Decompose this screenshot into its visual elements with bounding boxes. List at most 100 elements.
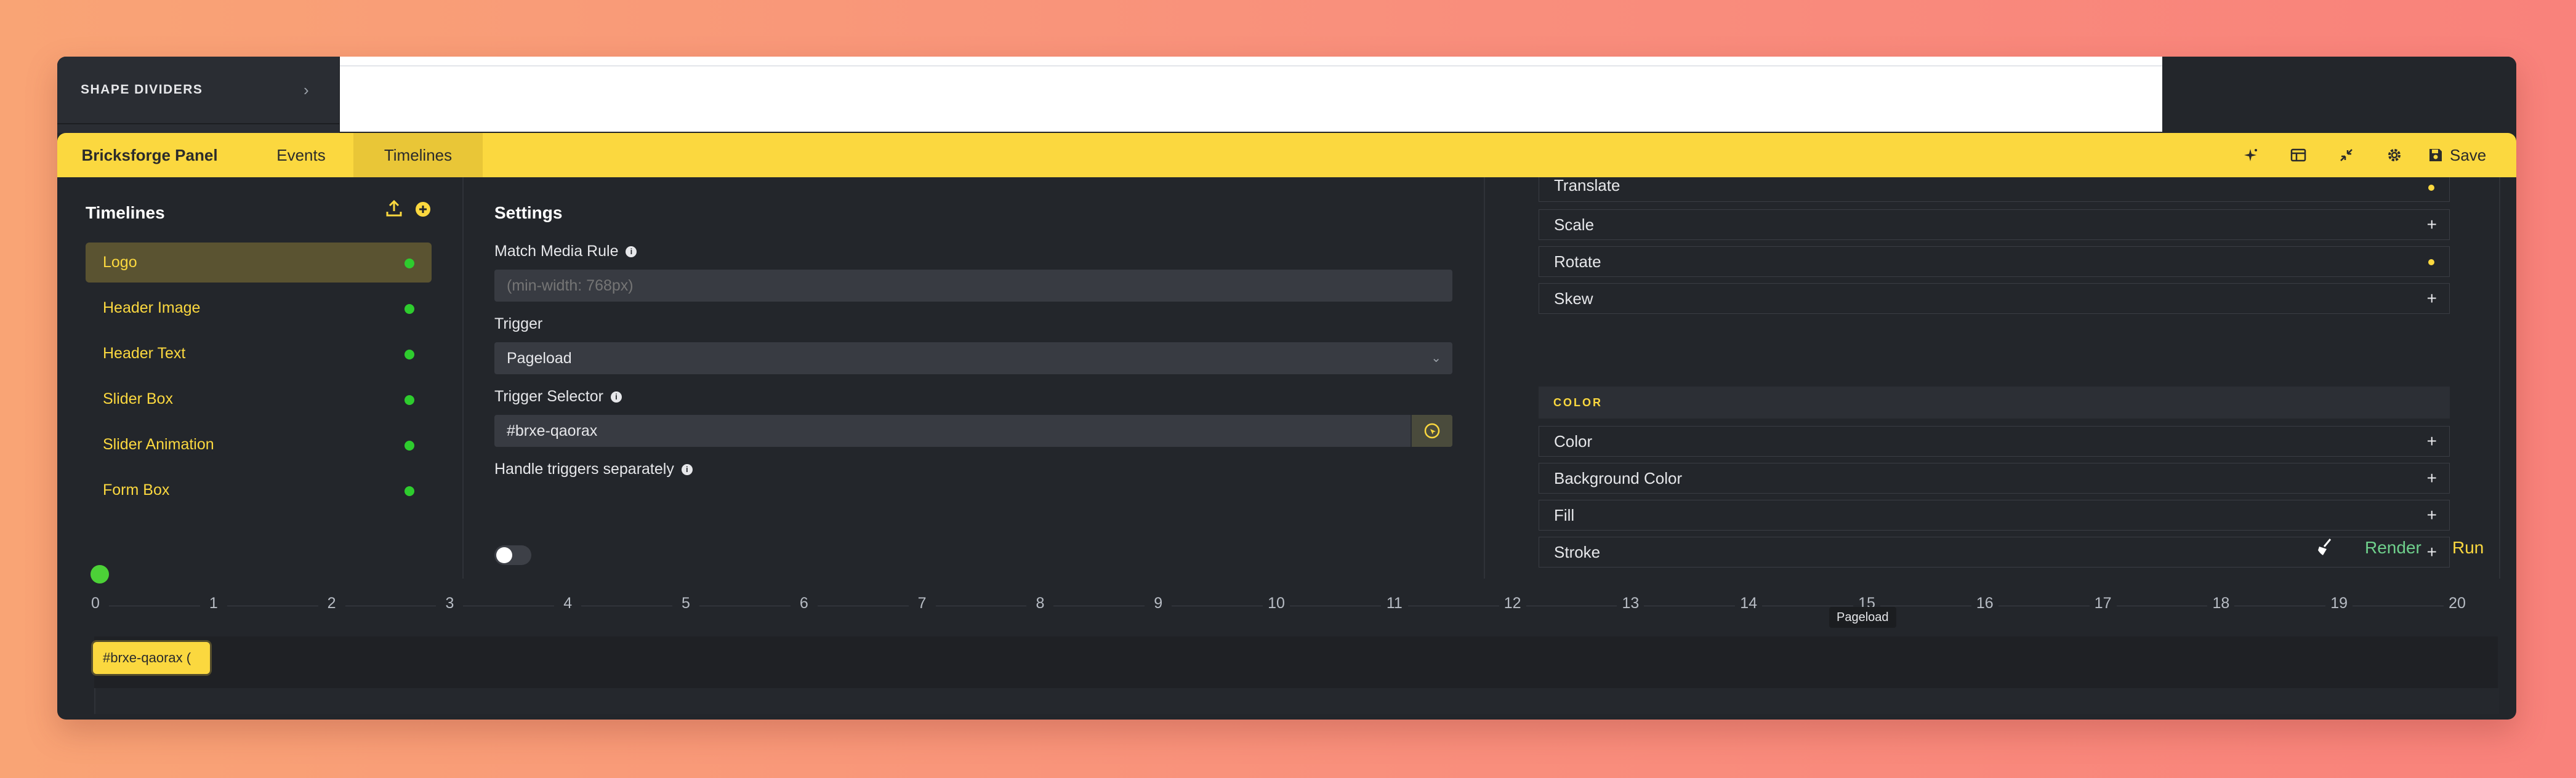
trigger-selector-value: #brxe-qaorax <box>507 422 598 439</box>
color-section-label: COLOR <box>1553 396 1603 409</box>
tab-events[interactable]: Events <box>270 133 332 177</box>
playhead-dot[interactable] <box>91 565 109 584</box>
tween-chip[interactable]: #brxe-qaorax ( <box>93 642 210 674</box>
ruler-tick: 11 <box>1386 595 1403 612</box>
broom-icon[interactable] <box>2314 537 2335 561</box>
ruler-tick: 0 <box>91 595 100 612</box>
floppy-icon <box>2429 149 2442 161</box>
trigger-label: Trigger <box>494 315 542 333</box>
sparkle-icon[interactable] <box>2232 133 2269 177</box>
add-timeline-icon[interactable] <box>414 201 432 221</box>
prop-name: Stroke <box>1554 542 1601 561</box>
chevron-right-icon: › <box>304 80 309 99</box>
tab-timelines[interactable]: Timelines <box>353 133 483 177</box>
match-media-text: Match Media Rule <box>494 243 619 260</box>
prop-scale[interactable]: Scale + <box>1539 209 2450 240</box>
plus-icon: + <box>2426 505 2437 524</box>
info-icon[interactable]: i <box>681 463 693 475</box>
save-label: Save <box>2450 145 2487 164</box>
timeline-item-slider-box[interactable]: Slider Box <box>86 379 432 419</box>
active-dot <box>2428 259 2434 265</box>
prop-background-color[interactable]: Background Color + <box>1539 463 2450 494</box>
prop-name: Skew <box>1554 289 1593 308</box>
tab-bricksforge-panel[interactable]: Bricksforge Panel <box>57 133 242 177</box>
builder-canvas <box>340 57 2162 132</box>
ruler-tick: 6 <box>799 595 808 612</box>
info-icon[interactable]: i <box>626 246 637 257</box>
timeline-item-logo[interactable]: Logo <box>86 243 432 283</box>
plus-icon: + <box>2426 215 2437 234</box>
plus-icon: + <box>2426 542 2437 561</box>
timeline-track-secondary <box>94 688 2499 714</box>
panel-divider <box>1484 177 1485 579</box>
ruler-tick: 16 <box>1976 595 1994 612</box>
timeline-item-header-image[interactable]: Header Image <box>86 288 432 328</box>
ruler-tick: 19 <box>2330 595 2348 612</box>
tooltip-pageload: Pageload <box>1829 607 1896 628</box>
render-button[interactable]: Render <box>2365 538 2421 558</box>
handle-triggers-text: Handle triggers separately <box>494 460 674 478</box>
status-dot <box>405 259 414 268</box>
chevron-down-icon: ⌄ <box>1431 351 1441 365</box>
prop-rotate[interactable]: Rotate <box>1539 246 2450 277</box>
plus-icon: + <box>2426 468 2437 487</box>
trigger-selector-label: Trigger Selector i <box>494 388 622 406</box>
upload-icon[interactable] <box>385 199 403 221</box>
collapse-icon[interactable] <box>2328 133 2365 177</box>
trigger-select[interactable]: Pageload ⌄ <box>494 342 1452 374</box>
trigger-selector-text: Trigger Selector <box>494 388 603 405</box>
prop-color[interactable]: Color + <box>1539 426 2450 457</box>
trigger-label-text: Trigger <box>494 315 543 332</box>
prop-name: Color <box>1554 431 1593 451</box>
run-button[interactable]: Run <box>2452 538 2484 558</box>
ruler-tick: 7 <box>917 595 927 612</box>
timeline-ruler[interactable]: 0 1 2 3 4 5 6 7 8 9 10 11 12 13 14 15 16 17 18 19 20 <box>57 587 2516 624</box>
timeline-name: Header Image <box>103 299 201 316</box>
tween-chip-label: #brxe-qaorax ( <box>103 650 191 665</box>
info-icon[interactable]: i <box>610 391 622 403</box>
timelines-list: Logo Header Image Header Text Slider Box… <box>86 243 432 516</box>
gear-icon[interactable] <box>2376 133 2413 177</box>
match-media-input[interactable] <box>494 270 1452 302</box>
trigger-selector-input[interactable]: #brxe-qaorax <box>494 415 1452 447</box>
timeline-name: Header Text <box>103 345 186 362</box>
scrollbar-track[interactable] <box>2499 177 2500 579</box>
prop-translate[interactable]: Translate <box>1539 176 2450 202</box>
ruler-tick: 2 <box>327 595 336 612</box>
color-section-header: COLOR <box>1539 387 2450 419</box>
timeline-item-header-text[interactable]: Header Text <box>86 334 432 374</box>
timelines-title: Timelines <box>86 203 165 222</box>
prop-fill[interactable]: Fill + <box>1539 500 2450 531</box>
element-picker-button[interactable] <box>1411 415 1452 447</box>
timeline-name: Logo <box>103 254 137 271</box>
prop-name: Scale <box>1554 215 1595 234</box>
save-button[interactable]: Save <box>2428 133 2486 177</box>
prop-skew[interactable]: Skew + <box>1539 283 2450 314</box>
timeline-item-form-box[interactable]: Form Box <box>86 470 432 510</box>
timeline-name: Slider Animation <box>103 436 214 453</box>
ruler-tick: 14 <box>1740 595 1758 612</box>
settings-title: Settings <box>494 203 563 222</box>
handle-triggers-label: Handle triggers separately i <box>494 460 693 478</box>
ruler-tick: 5 <box>682 595 690 612</box>
timeline-name: Slider Box <box>103 390 173 407</box>
prop-name: Background Color <box>1554 468 1683 487</box>
active-dot <box>2428 185 2434 191</box>
builder-right-panel <box>2162 57 2516 133</box>
timeline-track <box>94 636 2498 688</box>
trigger-value: Pageload <box>507 349 572 367</box>
status-dot <box>405 395 414 405</box>
ruler-tick: 13 <box>1622 595 1640 612</box>
prop-stroke[interactable]: Stroke + <box>1539 537 2450 567</box>
status-dot <box>405 304 414 314</box>
shape-dividers-row[interactable]: SHAPE DIVIDERS › <box>57 57 339 124</box>
timeline-item-slider-animation[interactable]: Slider Animation <box>86 425 432 465</box>
ruler-tick: 17 <box>2094 595 2112 612</box>
layout-icon[interactable] <box>2280 133 2317 177</box>
bricksforge-window: SHAPE DIVIDERS › Bricksforge Panel Event… <box>57 57 2516 720</box>
status-dot <box>405 486 414 496</box>
shape-dividers-label: SHAPE DIVIDERS <box>81 82 203 97</box>
match-media-label: Match Media Rule i <box>494 243 637 260</box>
handle-triggers-toggle[interactable] <box>494 545 531 565</box>
prop-name: Rotate <box>1554 252 1601 271</box>
